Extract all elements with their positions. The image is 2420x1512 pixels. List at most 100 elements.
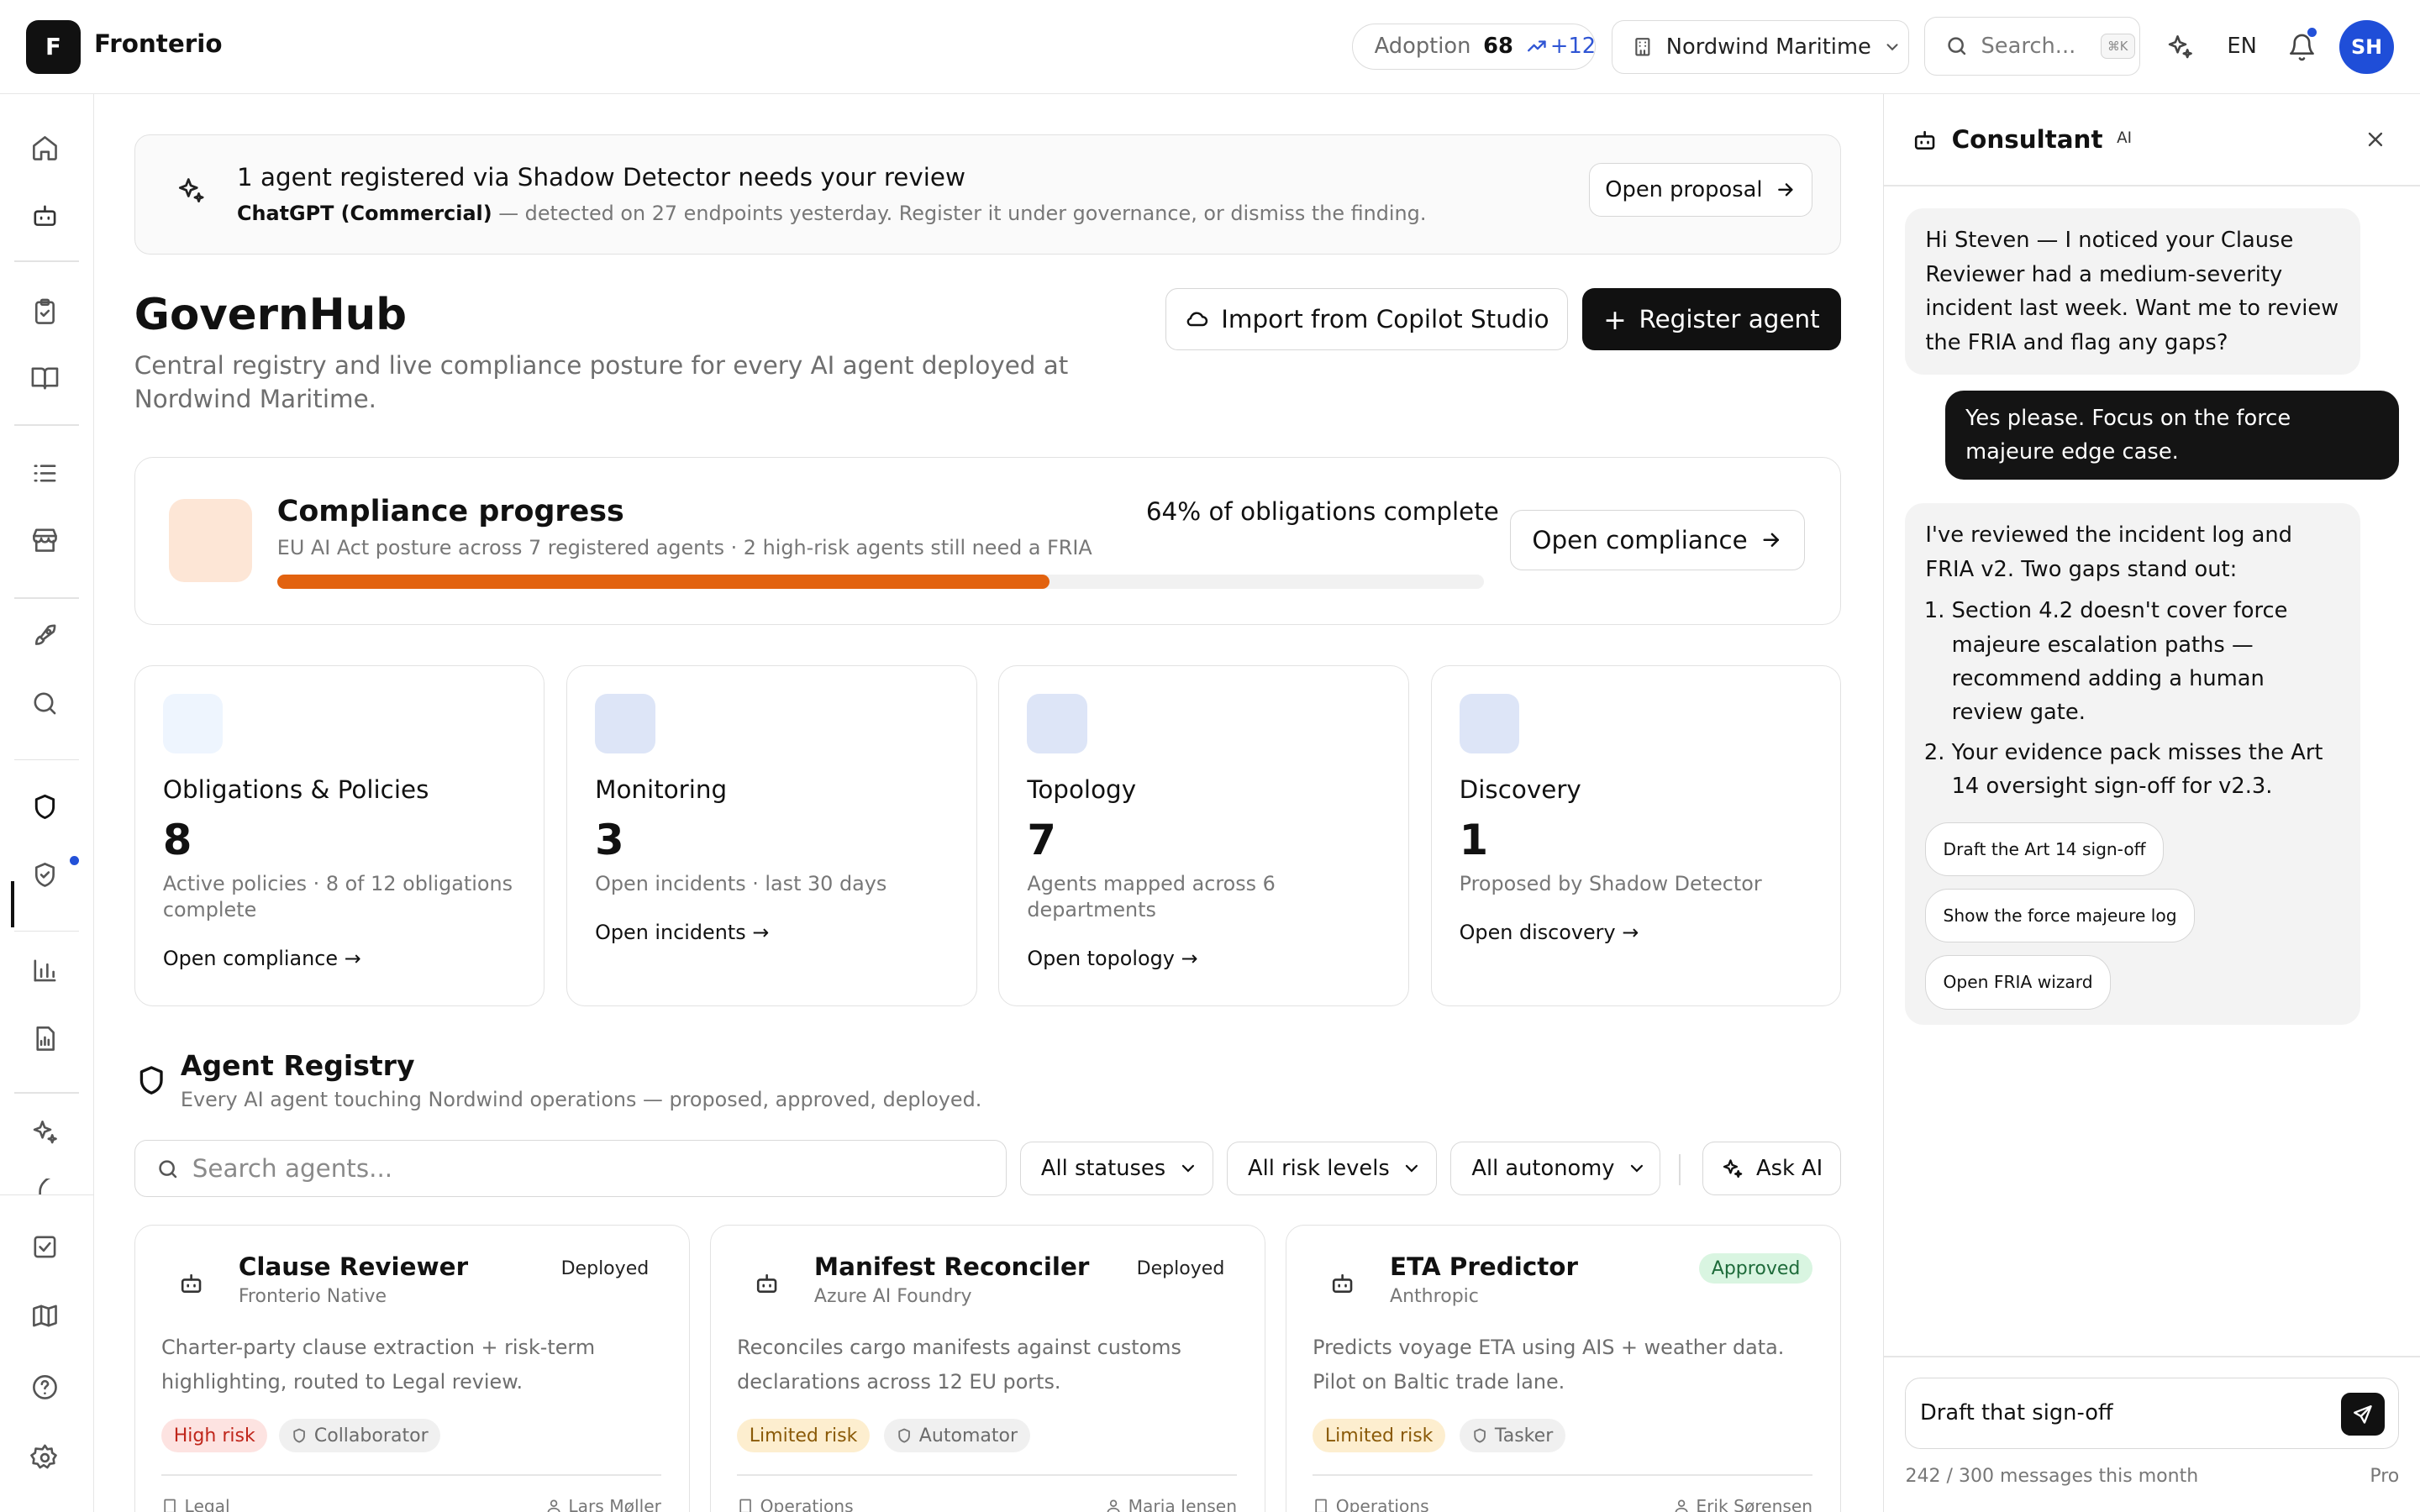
import-copilot-button[interactable]: Import from Copilot Studio [1165,288,1569,350]
stat-card-obligations[interactable]: Obligations & Policies 8 Active policies… [134,664,545,1006]
settings-icon[interactable] [29,1442,60,1473]
risk-badge: Limited risk [1313,1418,1446,1453]
register-agent-button[interactable]: + Register agent [1581,288,1842,350]
filter-divider [1679,1153,1681,1185]
feather-icon[interactable] [29,1179,60,1194]
assistant-message: I've reviewed the incident log and FRIA … [1905,502,2361,1025]
stat-description: Active policies · 8 of 12 obligations co… [162,871,513,922]
shield-check-icon[interactable] [29,859,60,890]
autonomy-filter[interactable]: All autonomy [1450,1142,1661,1196]
close-icon[interactable] [2365,129,2386,150]
sparkles-icon[interactable] [2165,33,2195,62]
open-proposal-button[interactable]: Open proposal [1588,162,1813,218]
agent-search[interactable] [134,1140,1007,1198]
check-square-icon[interactable] [29,1231,60,1263]
status-badge: Deployed [560,1257,650,1279]
agent-department: Legal [161,1496,230,1512]
stat-label: Obligations & Policies [162,775,429,804]
search-icon[interactable] [29,688,60,719]
language-selector[interactable]: EN [2227,34,2256,59]
send-button[interactable] [2341,1392,2385,1436]
stat-link[interactable]: Open incidents → [595,921,769,944]
stat-card-topology[interactable]: Topology 7 Agents mapped across 6 depart… [998,664,1409,1006]
building-icon [164,1499,176,1512]
agent-owner-label: Maria Jensen [1128,1495,1238,1512]
rocket-icon[interactable] [29,620,60,651]
global-search[interactable]: Search... ⌘K [1924,17,2141,76]
adoption-label: Adoption [1374,34,1471,60]
app-root: F Fronterio Adoption 68 +12 Nordwind Mar… [0,0,2420,1512]
card-divider [737,1474,1238,1476]
stat-link[interactable]: Open topology → [1027,947,1197,970]
stat-description: Agents mapped across 6 departments [1027,871,1276,922]
home-icon[interactable] [29,133,60,164]
shield-icon [293,1428,306,1443]
open-compliance-button[interactable]: Open compliance [1510,510,1806,570]
adoption-score[interactable]: Adoption 68 +12 [1351,23,1597,70]
sparkles-icon [178,177,204,202]
user-icon [547,1499,560,1512]
rail-divider [13,930,79,932]
stat-value: 3 [595,815,624,864]
chat-input[interactable] [1919,1400,2322,1426]
agent-card[interactable]: Manifest Reconciler Azure AI Foundry Dep… [709,1225,1266,1512]
bot-icon[interactable] [29,201,60,232]
notification-dot [2307,28,2317,38]
store-icon[interactable] [29,524,60,555]
stat-swatch [595,693,655,754]
chevron-down-icon [1406,1165,1418,1173]
user-message: Yes please. Focus on the force majeure e… [1945,390,2400,480]
banner-agent-name: ChatGPT (Commercial) [237,201,492,225]
building-icon [1315,1499,1328,1512]
panel-divider [1883,1356,2420,1358]
gap-item: Your evidence pack misses the Art 14 ove… [1952,736,2341,804]
user-icon [1107,1499,1120,1512]
role-badge: Tasker [1459,1418,1565,1453]
open-proposal-label: Open proposal [1605,176,1763,202]
stat-link[interactable]: Open compliance → [163,947,361,970]
page-title: GovernHub [134,290,408,341]
import-copilot-label: Import from Copilot Studio [1221,305,1549,334]
stat-card-discovery[interactable]: Discovery 1 Proposed by Shadow Detector … [1430,664,1842,1006]
adoption-delta-value: +12 [1549,34,1597,60]
stat-link[interactable]: Open discovery → [1460,921,1639,944]
bar-chart-icon[interactable] [29,955,60,986]
clipboard-icon[interactable] [29,297,60,328]
shield-icon[interactable] [29,791,60,822]
suggestion-chip[interactable]: Draft the Art 14 sign-off [1925,822,2164,877]
active-indicator [10,880,14,927]
agent-card[interactable]: ETA Predictor Anthropic Approved Predict… [1285,1225,1842,1512]
rail-divider [0,1194,95,1196]
chevron-down-icon [1886,44,1899,51]
assistant-message: Hi Steven — I noticed your Clause Review… [1905,207,2361,375]
agent-name: Manifest Reconciler [813,1252,1090,1281]
rail-divider [13,759,79,761]
compliance-title: Compliance progress [276,494,624,528]
chat-input-box[interactable] [1905,1378,2400,1449]
assistant-message-intro: I've reviewed the incident log and FRIA … [1925,522,2292,582]
ask-ai-button[interactable]: Ask AI [1702,1142,1842,1196]
gap-item: Section 4.2 doesn't cover force majeure … [1952,594,2341,730]
search-icon [1948,37,1966,55]
report-icon[interactable] [29,1023,60,1054]
consultant-panel: Consultant AI Hi Steven — I noticed your… [1882,94,2420,1512]
help-icon[interactable] [29,1372,60,1403]
agent-card[interactable]: Clause Reviewer Fronterio Native Deploye… [134,1225,690,1512]
avatar[interactable]: SH [2339,19,2394,75]
logo[interactable]: F [26,19,81,75]
suggestion-chip[interactable]: Open FRIA wizard [1925,955,2111,1010]
bot-icon [1333,1273,1353,1293]
list-icon[interactable] [29,458,60,489]
risk-filter[interactable]: All risk levels [1227,1142,1437,1196]
status-filter[interactable]: All statuses [1020,1142,1213,1196]
book-icon[interactable] [29,363,60,394]
chevron-down-icon [1181,1165,1194,1173]
workspace-selector[interactable]: Nordwind Maritime [1611,19,1909,75]
agent-search-input[interactable] [192,1154,965,1184]
suggestion-chip[interactable]: Show the force majeure log [1925,889,2195,943]
agent-department: Operations [737,1496,854,1512]
stat-card-monitoring[interactable]: Monitoring 3 Open incidents · last 30 da… [566,664,977,1006]
arrow-right-icon [1778,183,1793,197]
map-icon[interactable] [29,1300,60,1331]
sparkles-icon[interactable] [29,1117,60,1148]
